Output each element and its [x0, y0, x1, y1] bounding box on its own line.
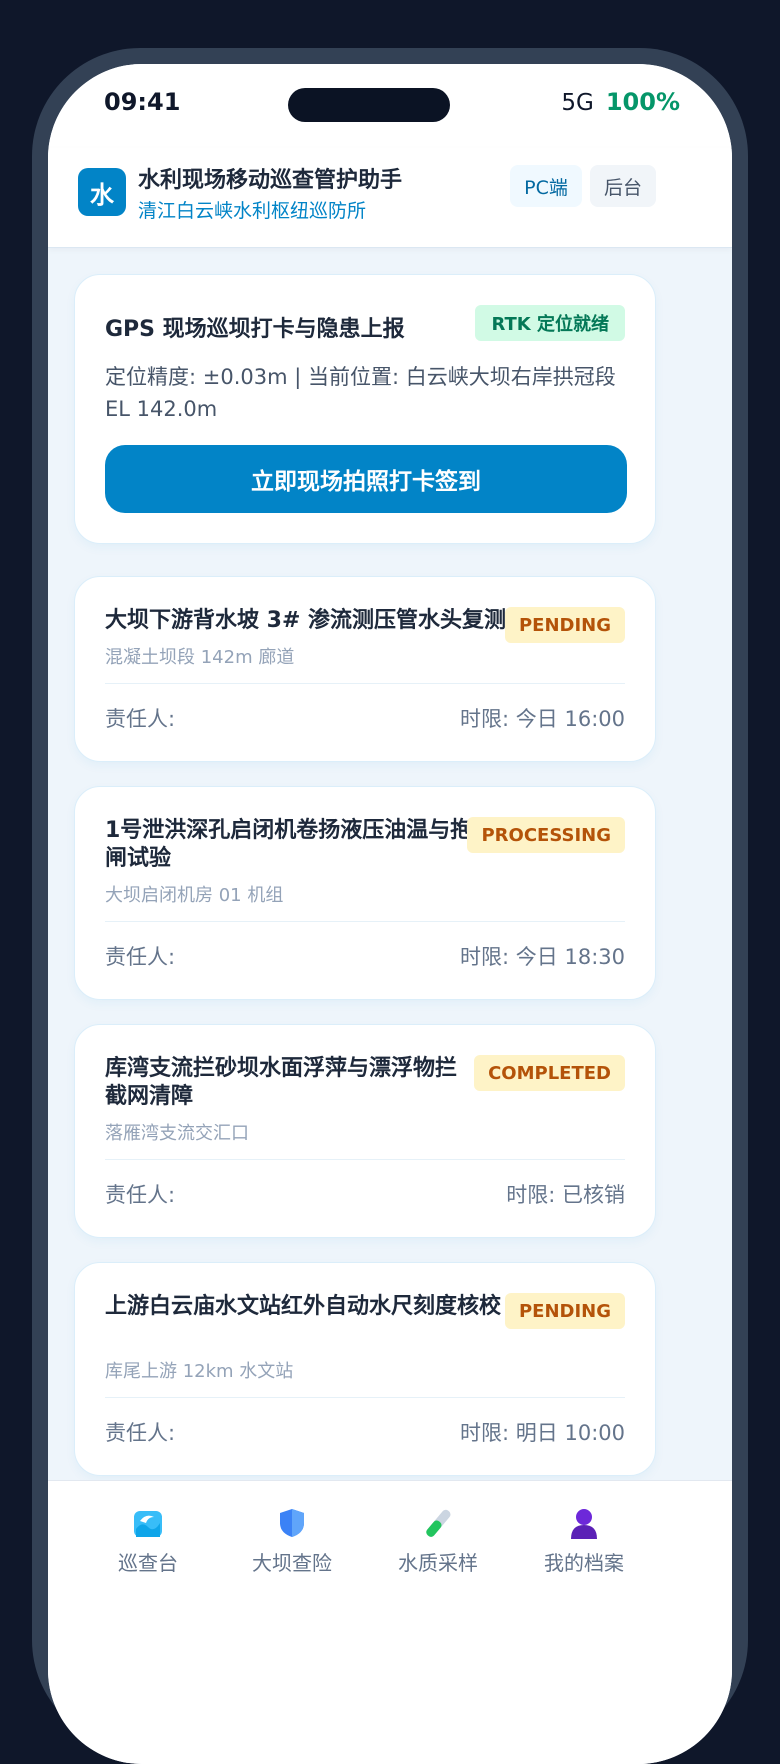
phone-screen: 09:41 5G 100% 水 水利现场移动巡查管护助手 清江白云峡水利枢纽巡防…	[48, 64, 732, 1764]
task-location: 落雁湾支流交汇口	[105, 1123, 249, 1144]
dynamic-island	[288, 88, 450, 122]
task-deadline: 时限: 今日 16:00	[460, 707, 625, 731]
task-divider	[105, 921, 625, 922]
status-badge: COMPLETED	[474, 1055, 625, 1091]
pc-button[interactable]: PC端	[510, 165, 582, 207]
wave-icon	[130, 1505, 166, 1541]
app-subtitle: 清江白云峡水利枢纽巡防所	[138, 200, 367, 222]
gps-checkin-card: GPS 现场巡坝打卡与隐患上报 RTK 定位就绪 定位精度: ±0.03m | …	[74, 274, 656, 544]
task-owner: 责任人:	[105, 1183, 176, 1207]
status-badge: PROCESSING	[467, 817, 625, 853]
task-owner: 责任人:	[105, 945, 176, 969]
signal-indicator: 5G	[561, 90, 594, 116]
gps-card-title: GPS 现场巡坝打卡与隐患上报	[105, 317, 405, 342]
status-badge: PENDING	[504, 607, 625, 643]
nav-item-water-quality[interactable]: 水质采样	[368, 1505, 508, 1576]
nav-label: 水质采样	[398, 1551, 478, 1575]
shield-icon	[274, 1505, 310, 1541]
task-title: 上游白云庙水文站红外自动水尺刻度核校	[105, 1294, 502, 1319]
task-card[interactable]: 库湾支流拦砂坝水面浮萍与漂浮物拦截网清障 落雁湾支流交汇口 COMPLETED …	[74, 1024, 656, 1238]
task-card[interactable]: 1号泄洪深孔启闭机卷扬液压油温与抱闸试验 大坝启闭机房 01 机组 PROCES…	[74, 786, 656, 1000]
status-badge: PENDING	[504, 1293, 625, 1329]
battery-indicator: 100%	[605, 88, 680, 116]
test-tube-icon	[420, 1505, 456, 1541]
status-bar: 09:41 5G 100%	[48, 64, 732, 148]
task-divider	[105, 1397, 625, 1398]
gps-location-info: 定位精度: ±0.03m | 当前位置: 白云峡大坝右岸拱冠段 EL 142.0…	[105, 365, 616, 421]
task-divider	[105, 683, 625, 684]
nav-item-patrol[interactable]: 巡查台	[78, 1505, 218, 1576]
task-deadline: 时限: 明日 10:00	[460, 1421, 625, 1445]
app-logo: 水	[78, 168, 126, 216]
task-card[interactable]: 上游白云庙水文站红外自动水尺刻度核校 库尾上游 12km 水文站 PENDING…	[74, 1262, 656, 1476]
app-header: 水 水利现场移动巡查管护助手 清江白云峡水利枢纽巡防所 PC端 后台	[48, 148, 732, 248]
nav-item-profile[interactable]: 我的档案	[514, 1505, 654, 1576]
rtk-status-badge: RTK 定位就绪	[475, 305, 625, 341]
nav-label: 巡查台	[118, 1551, 178, 1575]
task-title: 库湾支流拦砂坝水面浮萍与漂浮物拦截网清障	[105, 1056, 458, 1109]
task-location: 大坝启闭机房 01 机组	[105, 885, 284, 906]
nav-label: 我的档案	[544, 1551, 624, 1575]
task-owner: 责任人:	[105, 707, 176, 731]
task-card[interactable]: 大坝下游背水坡 3# 渗流测压管水头复测 混凝土坝段 142m 廊道 PENDI…	[74, 576, 656, 762]
task-title: 大坝下游背水坡 3# 渗流测压管水头复测	[105, 608, 507, 633]
bottom-nav: 巡查台 大坝查险 水质采样 我的档案	[48, 1480, 732, 1764]
nav-label: 大坝查险	[252, 1551, 332, 1575]
phone-frame: 09:41 5G 100% 水 水利现场移动巡查管护助手 清江白云峡水利枢纽巡防…	[32, 48, 748, 1764]
status-time: 09:41	[104, 88, 181, 116]
task-deadline: 时限: 已核销	[506, 1183, 625, 1207]
task-location: 混凝土坝段 142m 廊道	[105, 647, 295, 668]
admin-button[interactable]: 后台	[590, 165, 656, 207]
task-divider	[105, 1159, 625, 1160]
nav-item-dam[interactable]: 大坝查险	[222, 1505, 362, 1576]
app-title: 水利现场移动巡查管护助手	[138, 168, 403, 193]
status-indicators: 5G 100%	[561, 88, 680, 116]
task-deadline: 时限: 今日 18:30	[460, 945, 625, 969]
user-icon	[566, 1505, 602, 1541]
task-location: 库尾上游 12km 水文站	[105, 1361, 294, 1382]
photo-checkin-button[interactable]: 立即现场拍照打卡签到	[105, 445, 627, 513]
task-owner: 责任人:	[105, 1421, 176, 1445]
task-title: 1号泄洪深孔启闭机卷扬液压油温与抱闸试验	[105, 818, 473, 871]
